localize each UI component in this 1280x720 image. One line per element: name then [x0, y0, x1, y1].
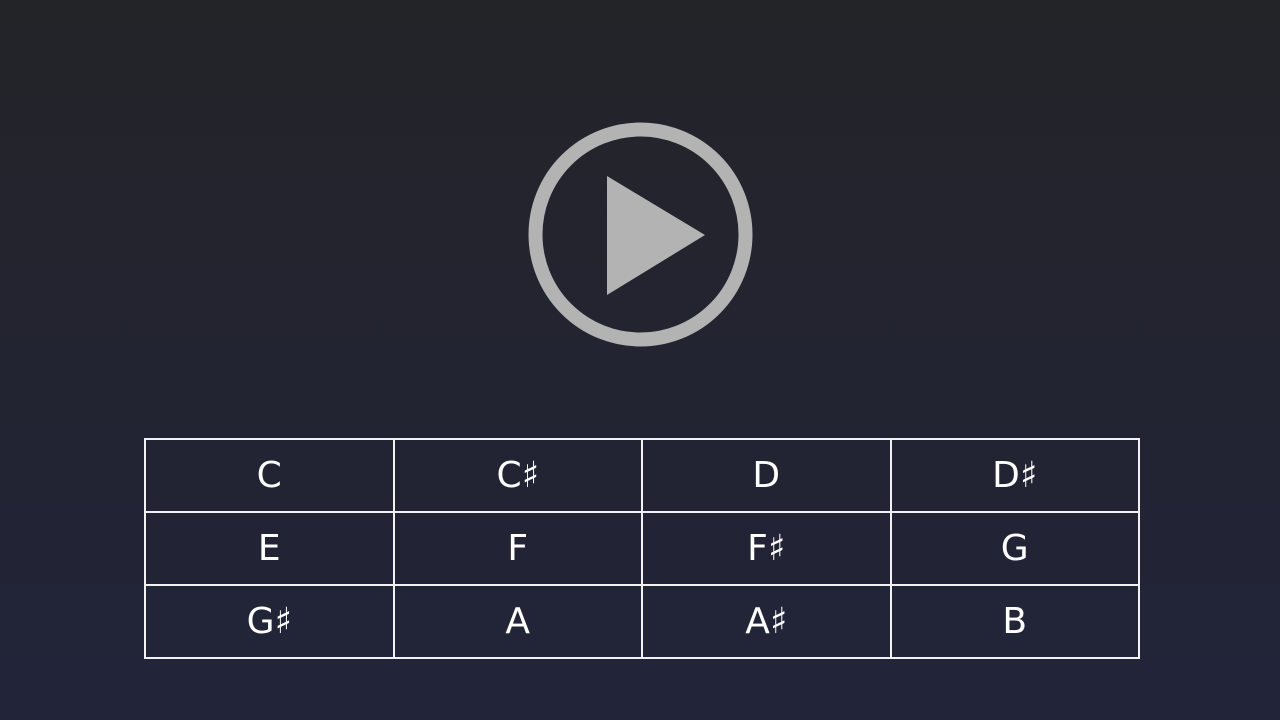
- note-cell-e[interactable]: E: [144, 511, 395, 586]
- note-grid: C C♯ D D♯ E F F♯ G G♯ A A♯ B: [144, 438, 1140, 659]
- note-cell-d-sharp[interactable]: D♯: [889, 438, 1140, 513]
- play-circle-icon: [528, 122, 753, 347]
- note-cell-a[interactable]: A: [392, 584, 643, 659]
- play-button[interactable]: [527, 121, 754, 348]
- note-cell-g-sharp[interactable]: G♯: [144, 584, 395, 659]
- note-row: E F F♯ G: [144, 511, 1140, 586]
- note-cell-f-sharp[interactable]: F♯: [641, 511, 892, 586]
- note-cell-g[interactable]: G: [889, 511, 1140, 586]
- note-cell-a-sharp[interactable]: A♯: [641, 584, 892, 659]
- note-row: C C♯ D D♯: [144, 438, 1140, 513]
- note-row: G♯ A A♯ B: [144, 584, 1140, 659]
- note-cell-f[interactable]: F: [392, 511, 643, 586]
- note-cell-c[interactable]: C: [144, 438, 395, 513]
- note-cell-b[interactable]: B: [889, 584, 1140, 659]
- note-cell-d[interactable]: D: [641, 438, 892, 513]
- note-cell-c-sharp[interactable]: C♯: [392, 438, 643, 513]
